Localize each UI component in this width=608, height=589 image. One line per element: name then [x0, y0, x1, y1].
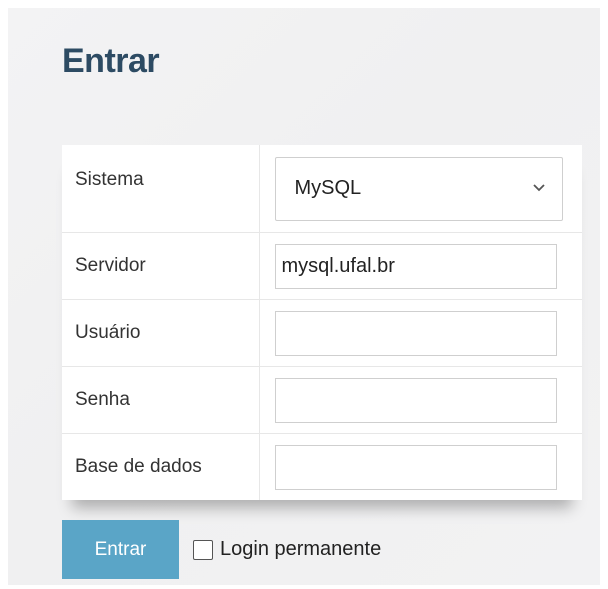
login-button[interactable]: Entrar [62, 520, 179, 579]
database-input[interactable] [274, 444, 557, 490]
username-label: Usuário [62, 299, 260, 367]
login-panel: Entrar Sistema MySQL Servidor Usuário [8, 8, 600, 585]
password-cell [259, 366, 582, 434]
permanent-login-checkbox[interactable] [193, 539, 213, 560]
database-label: Base de dados [62, 433, 260, 500]
username-cell [259, 299, 582, 367]
page-title: Entrar [62, 42, 160, 80]
permanent-login-label: Login permanente [220, 538, 382, 560]
system-label: Sistema [62, 145, 260, 233]
login-form-table: Sistema MySQL Servidor Usuário [62, 145, 582, 500]
server-cell [259, 232, 582, 300]
form-row-server: Servidor [62, 232, 582, 300]
form-row-database: Base de dados [62, 433, 582, 501]
system-cell: MySQL [259, 145, 582, 233]
database-cell [259, 434, 582, 501]
password-label: Senha [62, 366, 260, 434]
password-input[interactable] [274, 377, 557, 423]
form-row-system: Sistema MySQL [62, 145, 582, 233]
username-input[interactable] [274, 310, 557, 356]
server-input[interactable] [274, 243, 557, 289]
server-label: Servidor [62, 232, 260, 300]
form-row-username: Usuário [62, 299, 582, 367]
form-row-password: Senha [62, 366, 582, 434]
chevron-down-icon [532, 183, 545, 191]
permanent-login-option[interactable]: Login permanente [193, 538, 381, 561]
system-select[interactable]: MySQL [274, 156, 563, 221]
system-select-value: MySQL [294, 177, 362, 199]
